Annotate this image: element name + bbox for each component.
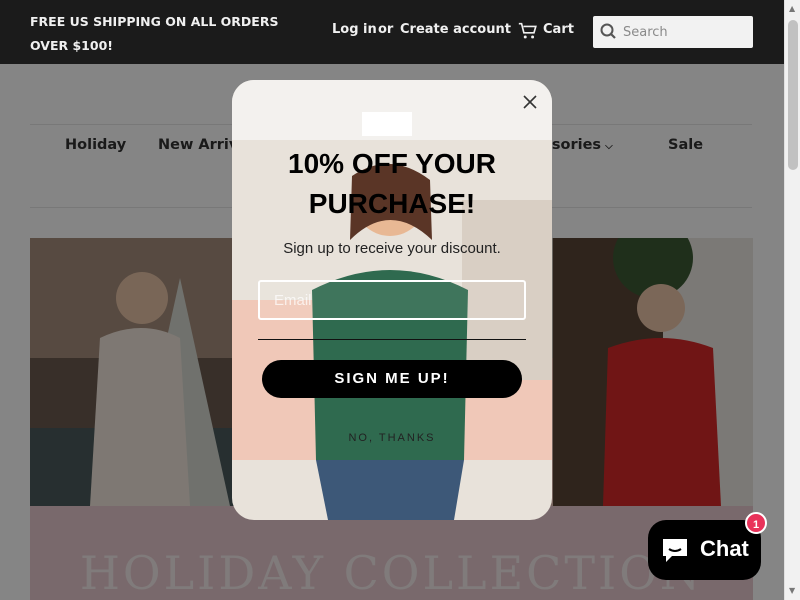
scrollbar-thumb[interactable] [788,20,798,170]
search-icon[interactable] [593,16,623,48]
sign-up-button[interactable]: SIGN ME UP! [262,360,522,398]
search-input[interactable] [623,16,751,48]
scroll-up-icon[interactable]: ▲ [789,4,795,13]
scroll-down-icon[interactable]: ▼ [789,586,795,595]
page-scrollbar[interactable]: ▲ ▼ [784,0,800,600]
free-shipping-banner: FREE US SHIPPING ON ALL ORDERS OVER $100… [30,14,279,53]
top-bar: FREE US SHIPPING ON ALL ORDERS OVER $100… [0,0,800,64]
divider [258,339,526,340]
search-form [593,16,753,48]
discount-popup: 10% OFF YOUR PURCHASE! Sign up to receiv… [232,80,552,520]
popup-heading: 10% OFF YOUR PURCHASE! [288,148,496,219]
chat-notification-badge: 1 [745,512,767,534]
no-thanks-link[interactable]: NO, THANKS [232,432,552,444]
chat-bubble-icon [663,539,687,562]
cart-link[interactable]: Cart [543,22,574,37]
close-icon[interactable] [520,92,540,112]
popup-subheading: Sign up to receive your discount. [283,240,501,257]
cart-icon[interactable] [517,20,539,42]
or-text: or [378,22,394,37]
email-field[interactable] [258,280,526,320]
chat-label: Chat [700,536,749,561]
login-link[interactable]: Log in [332,22,377,37]
chat-button[interactable]: Chat [648,520,761,580]
create-account-link[interactable]: Create account [400,22,511,37]
